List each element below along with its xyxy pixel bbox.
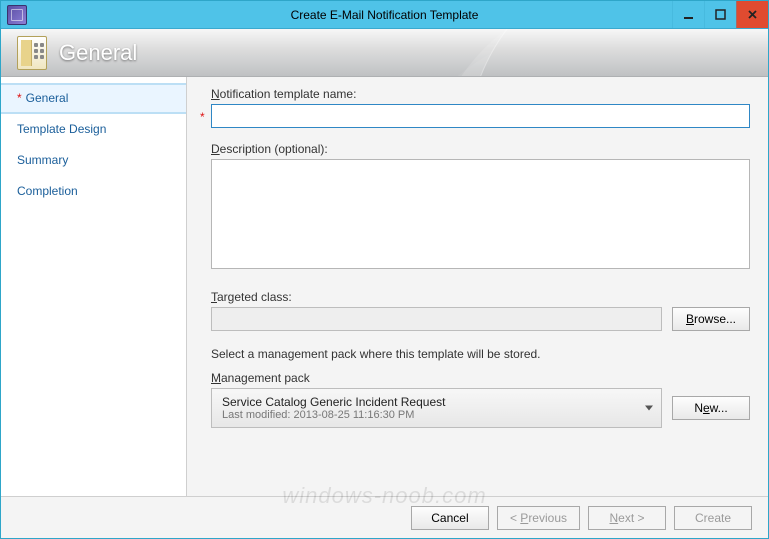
browse-button[interactable]: Browse... bbox=[672, 307, 750, 331]
minimize-button[interactable] bbox=[672, 1, 704, 28]
targeted-class-label: Targeted class: bbox=[211, 290, 750, 304]
window-buttons bbox=[672, 1, 768, 28]
name-label: Notification template name: bbox=[211, 87, 750, 101]
step-label: Completion bbox=[17, 184, 78, 198]
wizard-banner: General bbox=[1, 29, 768, 77]
step-label: Summary bbox=[17, 153, 68, 167]
required-asterisk: * bbox=[200, 110, 205, 124]
previous-button: < Previous bbox=[497, 506, 580, 530]
chevron-down-icon bbox=[645, 406, 653, 411]
step-summary[interactable]: Summary bbox=[1, 145, 186, 176]
create-button: Create bbox=[674, 506, 752, 530]
step-label: Template Design bbox=[17, 122, 106, 136]
step-general[interactable]: * General bbox=[1, 83, 186, 114]
dropdown-selected: Service Catalog Generic Incident Request bbox=[222, 395, 445, 409]
dropdown-subtext: Last modified: 2013-08-25 11:16:30 PM bbox=[222, 409, 445, 422]
management-pack-label: Management pack bbox=[211, 371, 750, 385]
titlebar: Create E-Mail Notification Template bbox=[1, 1, 768, 29]
required-asterisk: * bbox=[17, 91, 22, 105]
next-button: Next > bbox=[588, 506, 666, 530]
template-icon bbox=[17, 36, 47, 70]
new-button[interactable]: New... bbox=[672, 396, 750, 420]
close-button[interactable] bbox=[736, 1, 768, 28]
cancel-button[interactable]: Cancel bbox=[411, 506, 489, 530]
step-completion[interactable]: Completion bbox=[1, 176, 186, 207]
targeted-class-field bbox=[211, 307, 662, 331]
wizard-steps: * General Template Design Summary Complet… bbox=[1, 77, 187, 496]
window-title: Create E-Mail Notification Template bbox=[1, 8, 768, 22]
wizard-content: Notification template name: * Descriptio… bbox=[187, 77, 768, 496]
description-input[interactable] bbox=[211, 159, 750, 269]
step-label: General bbox=[26, 91, 69, 105]
banner-title: General bbox=[59, 40, 137, 66]
step-template-design[interactable]: Template Design bbox=[1, 114, 186, 145]
mp-instruction: Select a management pack where this temp… bbox=[211, 347, 750, 361]
wizard-body: * General Template Design Summary Complet… bbox=[1, 77, 768, 496]
description-label: Description (optional): bbox=[211, 142, 750, 156]
wizard-footer: windows-noob.com Cancel < Previous Next … bbox=[1, 496, 768, 538]
management-pack-dropdown[interactable]: Service Catalog Generic Incident Request… bbox=[211, 388, 662, 428]
template-name-input[interactable] bbox=[211, 104, 750, 128]
app-icon bbox=[7, 5, 27, 25]
dialog-window: Create E-Mail Notification Template Gene… bbox=[0, 0, 769, 539]
maximize-button[interactable] bbox=[704, 1, 736, 28]
